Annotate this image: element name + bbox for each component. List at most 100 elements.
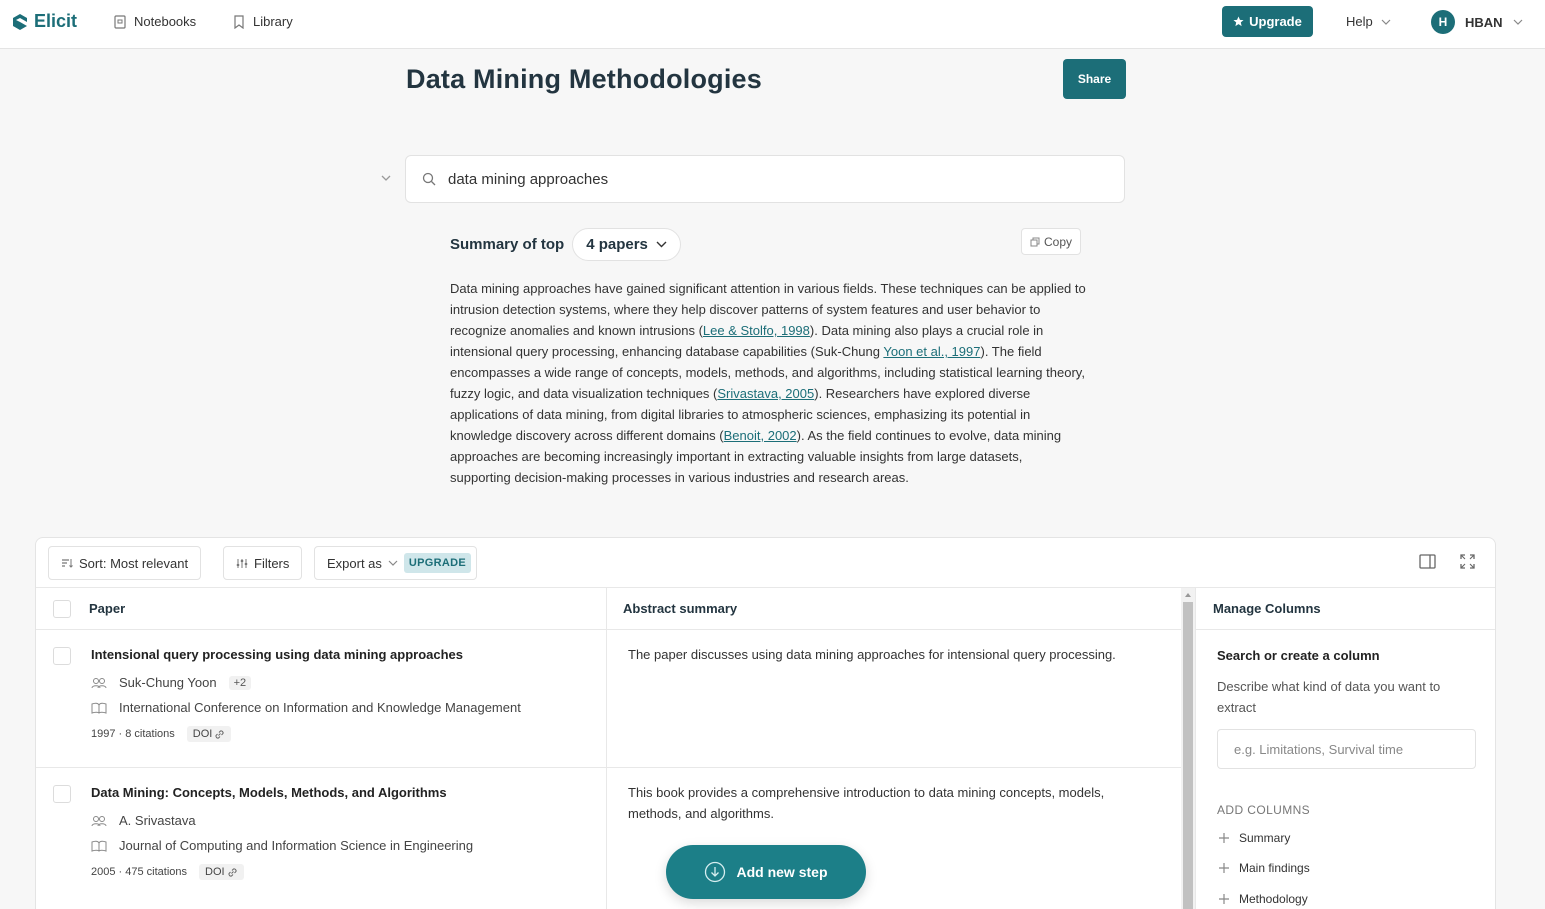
copy-button[interactable]: Copy bbox=[1021, 228, 1081, 255]
column-search-input[interactable] bbox=[1217, 729, 1476, 769]
more-authors-badge[interactable]: +2 bbox=[228, 675, 252, 690]
year-citations: 1997 · 8 citations bbox=[91, 728, 175, 740]
side-panel-toggle-icon[interactable] bbox=[1419, 554, 1436, 569]
collapse-chevron-icon[interactable] bbox=[380, 174, 392, 182]
table-row: Intensional query processing using data … bbox=[36, 630, 1181, 768]
summary-text: Data mining approaches have gained signi… bbox=[450, 278, 1086, 488]
add-column-main-findings[interactable]: Main findings bbox=[1219, 861, 1310, 875]
summary-header: Summary of top 4 papers bbox=[450, 228, 681, 261]
search-icon bbox=[422, 172, 436, 186]
export-label: Export as bbox=[327, 555, 382, 571]
filter-sliders-icon bbox=[236, 558, 248, 568]
chevron-down-icon bbox=[1513, 19, 1522, 25]
manage-columns-title: Manage Columns bbox=[1196, 588, 1495, 630]
venue-name: Journal of Computing and Information Sci… bbox=[119, 838, 474, 853]
plus-icon bbox=[1219, 863, 1229, 873]
results-table: Paper Abstract summary Intensional query… bbox=[36, 588, 1181, 909]
share-button[interactable]: Share bbox=[1063, 59, 1126, 99]
doi-link[interactable]: DOI bbox=[186, 726, 232, 742]
paper-stats: 1997 · 8 citations DOI bbox=[91, 726, 232, 742]
nav-notebooks[interactable]: Notebooks bbox=[114, 14, 196, 29]
notebook-icon bbox=[114, 14, 126, 29]
plus-icon bbox=[1219, 894, 1229, 904]
paper-title[interactable]: Intensional query processing using data … bbox=[91, 647, 463, 662]
authors-icon bbox=[91, 815, 107, 826]
paper-venue: Journal of Computing and Information Sci… bbox=[91, 838, 473, 853]
add-column-summary[interactable]: Summary bbox=[1219, 831, 1290, 845]
manage-columns-panel: Manage Columns Search or create a column… bbox=[1195, 588, 1495, 909]
doi-link[interactable]: DOI bbox=[199, 864, 244, 880]
nav-library[interactable]: Library bbox=[233, 14, 293, 29]
row-checkbox[interactable] bbox=[53, 647, 71, 665]
year-citations: 2005 · 475 citations bbox=[91, 866, 188, 878]
author-name: A. Srivastava bbox=[119, 813, 196, 828]
abstract-summary: This book provides a comprehensive intro… bbox=[628, 785, 1105, 821]
filters-button[interactable]: Filters bbox=[223, 546, 303, 580]
add-column-methodology[interactable]: Methodology bbox=[1219, 892, 1308, 906]
star-icon bbox=[1233, 16, 1244, 27]
add-column-label: Methodology bbox=[1239, 892, 1308, 906]
book-icon bbox=[91, 840, 107, 852]
papers-count-label: 4 papers bbox=[586, 236, 648, 253]
citation-link[interactable]: Benoit, 2002 bbox=[724, 428, 797, 443]
citation-link[interactable]: Lee & Stolfo, 1998 bbox=[703, 323, 810, 338]
nav-notebooks-label: Notebooks bbox=[134, 14, 197, 29]
upgrade-button[interactable]: Upgrade bbox=[1222, 6, 1313, 37]
bookmark-icon bbox=[234, 14, 244, 29]
add-column-label: Main findings bbox=[1239, 861, 1310, 875]
table-scrollbar[interactable] bbox=[1181, 588, 1195, 909]
upgrade-badge: UPGRADE bbox=[403, 553, 472, 573]
add-columns-heading: ADD COLUMNS bbox=[1217, 803, 1311, 817]
venue-name: International Conference on Information … bbox=[119, 700, 521, 715]
search-query: data mining approaches bbox=[448, 170, 609, 188]
paper-stats: 2005 · 475 citations DOI bbox=[91, 864, 244, 880]
export-button[interactable]: Export as UPGRADE bbox=[314, 546, 478, 580]
sort-label: Sort: Most relevant bbox=[79, 555, 189, 571]
nav-library-label: Library bbox=[253, 14, 293, 29]
paper-title[interactable]: Data Mining: Concepts, Models, Methods, … bbox=[91, 785, 447, 800]
column-header-paper-label: Paper bbox=[89, 601, 126, 616]
citation-link[interactable]: Srivastava, 2005 bbox=[717, 386, 814, 401]
expand-icon[interactable] bbox=[1460, 554, 1475, 569]
page-title: Data Mining Methodologies bbox=[406, 64, 762, 94]
column-search-label: Search or create a column bbox=[1217, 648, 1380, 663]
column-header-paper: Paper bbox=[36, 588, 606, 630]
row-checkbox[interactable] bbox=[53, 785, 71, 803]
avatar: H bbox=[1431, 10, 1455, 34]
results-toolbar: Sort: Most relevant Filters Export as UP… bbox=[36, 538, 1495, 588]
sort-button[interactable]: Sort: Most relevant bbox=[48, 546, 202, 580]
book-icon bbox=[91, 702, 107, 714]
filters-label: Filters bbox=[254, 555, 290, 571]
link-icon bbox=[228, 867, 237, 877]
scroll-thumb[interactable] bbox=[1183, 602, 1193, 909]
user-name: HBAN bbox=[1465, 14, 1503, 30]
help-menu[interactable]: Help bbox=[1346, 14, 1391, 29]
chevron-down-icon bbox=[1381, 19, 1391, 25]
citation-link[interactable]: Yoon et al., 1997 bbox=[883, 344, 980, 359]
paper-venue: International Conference on Information … bbox=[91, 700, 521, 715]
top-nav: Elicit Notebooks Library Upgrade Help H … bbox=[0, 0, 1545, 49]
elicit-logo[interactable]: Elicit bbox=[12, 11, 77, 32]
column-header-abstract: Abstract summary bbox=[607, 588, 1181, 630]
select-all-checkbox[interactable] bbox=[53, 600, 71, 618]
add-column-label: Summary bbox=[1239, 831, 1291, 845]
add-new-step-label: Add new step bbox=[736, 864, 828, 880]
doi-label: DOI bbox=[192, 728, 213, 740]
papers-count-dropdown[interactable]: 4 papers bbox=[572, 228, 681, 261]
column-header-abstract-label: Abstract summary bbox=[623, 601, 738, 616]
add-new-step-button[interactable]: Add new step bbox=[666, 845, 866, 899]
search-input[interactable]: data mining approaches bbox=[405, 155, 1125, 203]
authors-icon bbox=[91, 677, 107, 688]
chevron-down-icon bbox=[388, 560, 398, 566]
sort-icon bbox=[62, 559, 73, 568]
help-label: Help bbox=[1346, 14, 1373, 29]
chevron-down-icon bbox=[656, 241, 667, 248]
elicit-logo-icon bbox=[13, 13, 27, 30]
upgrade-label: Upgrade bbox=[1249, 14, 1302, 29]
user-menu[interactable]: H HBAN bbox=[1431, 10, 1523, 34]
copy-label: Copy bbox=[1043, 234, 1072, 249]
summary-label: Summary of top bbox=[450, 236, 565, 253]
column-search-description: Describe what kind of data you want to e… bbox=[1217, 679, 1441, 715]
scroll-up-arrow-icon[interactable] bbox=[1181, 590, 1195, 600]
arrow-down-circle-icon bbox=[705, 861, 726, 883]
